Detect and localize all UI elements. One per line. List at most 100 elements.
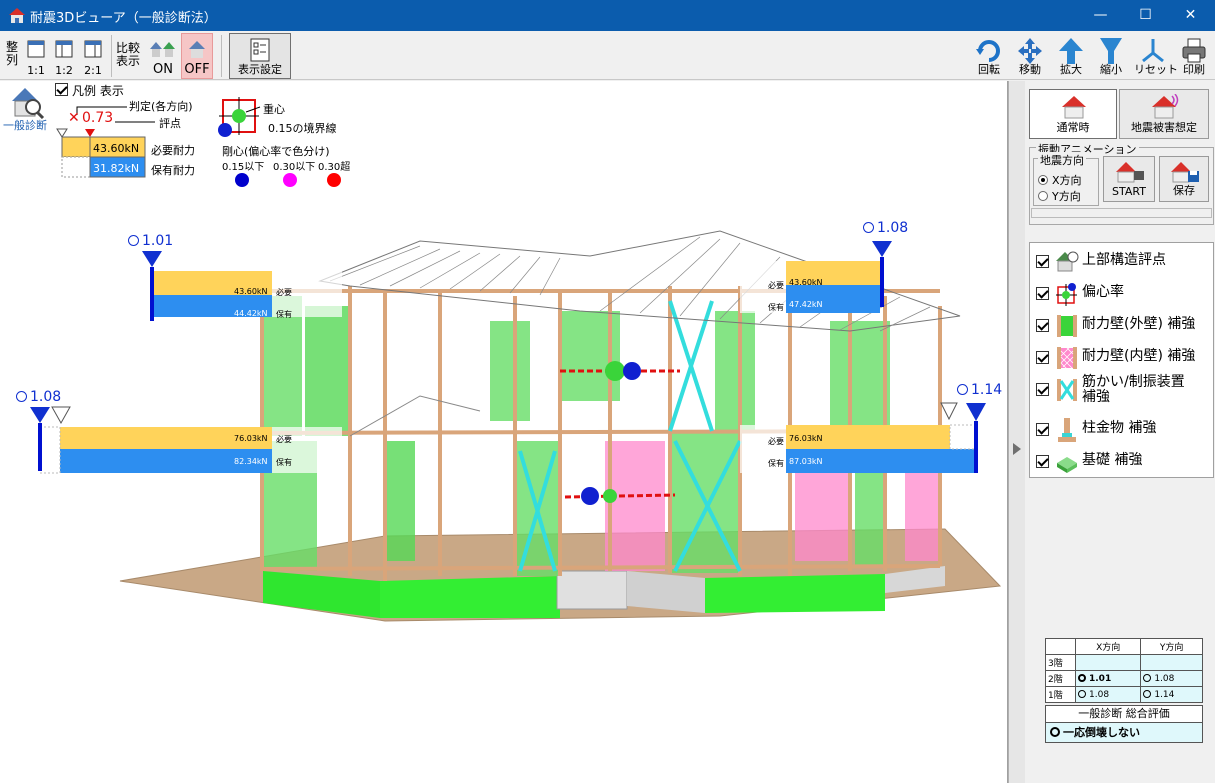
split-pane-icon	[55, 40, 73, 58]
bar-lower-left-required: 76.03kN	[234, 434, 268, 443]
close-button[interactable]: ✕	[1168, 0, 1213, 31]
house-3d-model[interactable]	[0, 81, 1008, 783]
brace-icon	[1057, 379, 1077, 401]
checkbox-checked-icon[interactable]	[1036, 351, 1049, 364]
bar-upper-right-held: 47.42kN	[789, 300, 823, 309]
save-animation-button[interactable]: 保存	[1159, 156, 1209, 202]
circle-ok-icon	[1050, 727, 1060, 737]
circle-ok-icon	[16, 391, 27, 402]
circle-ok-icon	[957, 384, 968, 395]
bar-upper-left-req-tag: 必要	[276, 288, 292, 297]
house-app-icon	[9, 8, 25, 23]
minimize-button[interactable]: —	[1078, 0, 1123, 31]
window-title: 耐震3Dビューア（一般診断法）	[30, 11, 217, 26]
bar-lower-left-held-tag: 保有	[276, 458, 292, 467]
marker-upper-left: 1.01	[128, 233, 173, 249]
direction-group: 地震方向 X方向 Y方向	[1033, 152, 1099, 206]
rotate-button[interactable]: 回転	[972, 33, 1006, 79]
compare-on-button[interactable]: ON	[146, 33, 180, 79]
split-pane-icon	[84, 40, 102, 58]
shaking-house-icon	[1116, 162, 1144, 183]
overall-evaluation: 一般診断 総合評価 一応倒壊しない	[1045, 705, 1203, 743]
y-direction-radio[interactable]: Y方向	[1038, 188, 1081, 204]
marker-upper-right: 1.08	[863, 220, 908, 236]
y-direction-header: Y方向	[1140, 638, 1203, 655]
table-row: 2階 1.01 1.08	[1045, 670, 1203, 687]
damaged-house-icon	[1152, 94, 1179, 119]
print-button[interactable]: 印刷	[1176, 33, 1212, 79]
circle-ok-icon	[1078, 689, 1086, 698]
column-hardware-icon	[1058, 418, 1076, 442]
animation-progress	[1031, 208, 1212, 218]
layout-1-2-button[interactable]: 1:2	[51, 33, 77, 79]
damage-estimate-button[interactable]: 地震被害想定	[1119, 89, 1209, 139]
bar-upper-right-req-tag: 必要	[768, 281, 784, 290]
compare-label: 比較表示	[116, 41, 141, 68]
checkbox-checked-icon[interactable]	[1036, 455, 1049, 468]
x-direction-header: X方向	[1074, 638, 1142, 655]
checkbox-checked-icon[interactable]	[1036, 255, 1049, 268]
toolbar: 整列 1:1 1:2 2:1 比較表示 ON OFF 表示設定 回転 移動 拡大…	[0, 31, 1215, 80]
circle-ok-icon	[1078, 673, 1086, 682]
circle-ok-icon	[863, 222, 874, 233]
outer-wall-icon	[1057, 315, 1077, 337]
bar-upper-left-required: 43.60kN	[234, 287, 268, 296]
normal-mode-button[interactable]: 通常時	[1029, 89, 1117, 139]
foundation-icon	[1057, 457, 1077, 473]
start-button[interactable]: START	[1103, 156, 1155, 202]
bar-lower-right-required: 76.03kN	[789, 434, 823, 443]
bar-upper-right-required: 43.60kN	[789, 278, 823, 287]
bar-lower-left-held: 82.34kN	[234, 457, 268, 466]
move-button[interactable]: 移動	[1012, 33, 1048, 79]
panel-splitter[interactable]	[1008, 81, 1025, 783]
3d-viewport[interactable]: 一般診断 凡例 表示 判定(各方向) ✕ 0.73 評点 43.60kN 必要耐…	[0, 81, 1008, 783]
overall-value: 一応倒壊しない	[1046, 723, 1202, 742]
bar-lower-right-req-tag: 必要	[768, 437, 784, 446]
bar-lower-right-held: 87.03kN	[789, 457, 823, 466]
results-table: X方向 Y方向 3階 2階 1.01 1.08 1階 1.08 1.14	[1045, 638, 1203, 703]
zoom-in-button[interactable]: 拡大	[1054, 33, 1088, 79]
arrange-label: 整列	[6, 40, 19, 67]
checkbox-checked-icon[interactable]	[1036, 383, 1049, 396]
checkbox-checked-icon[interactable]	[1036, 319, 1049, 332]
toolbar-separator	[111, 35, 112, 77]
eccentricity-icon	[1056, 283, 1077, 306]
zoom-out-button[interactable]: 縮小	[1094, 33, 1128, 79]
x-direction-radio[interactable]: X方向	[1038, 172, 1082, 188]
house-icon	[189, 41, 205, 58]
table-row: 1階 1.08 1.14	[1045, 686, 1203, 703]
overall-title: 一般診断 総合評価	[1046, 706, 1202, 723]
settings-list-icon	[250, 38, 270, 62]
radio-selected-icon	[1038, 175, 1048, 185]
inner-wall-icon	[1057, 347, 1077, 370]
checkbox-checked-icon[interactable]	[1036, 423, 1049, 436]
diagnosis-house-icon	[1056, 251, 1079, 272]
single-pane-icon	[27, 40, 45, 58]
circle-ok-icon	[1143, 673, 1152, 682]
reset-button[interactable]: リセット	[1133, 33, 1178, 79]
radio-icon	[1038, 191, 1048, 201]
bar-upper-right-held-tag: 保有	[768, 303, 784, 312]
animation-group: 振動アニメーション 地震方向 X方向 Y方向 START 保存	[1029, 141, 1214, 225]
layout-2-1-button[interactable]: 2:1	[79, 33, 107, 79]
bar-upper-left-held: 44.42kN	[234, 309, 268, 318]
marker-lower-left: 1.08	[16, 389, 61, 405]
house-icon	[1062, 96, 1086, 119]
compare-houses-icon	[150, 42, 175, 57]
table-row: 3階	[1045, 654, 1203, 671]
circle-ok-icon	[128, 235, 139, 246]
layout-1-1-button[interactable]: 1:1	[23, 33, 49, 79]
circle-ok-icon	[1143, 689, 1152, 698]
maximize-button[interactable]: ☐	[1123, 0, 1168, 31]
marker-lower-right: 1.14	[957, 382, 1002, 398]
bar-lower-right-held-tag: 保有	[768, 459, 784, 468]
bar-upper-left-held-tag: 保有	[276, 310, 292, 319]
collapse-arrow-icon[interactable]	[1013, 443, 1021, 455]
title-bar: 耐震3Dビューア（一般診断法） — ☐ ✕	[0, 0, 1215, 31]
checkbox-checked-icon[interactable]	[1036, 287, 1049, 300]
bar-lower-left-req-tag: 必要	[276, 435, 292, 444]
toolbar-separator	[221, 35, 222, 77]
display-settings-button[interactable]: 表示設定	[229, 33, 291, 79]
compare-off-button[interactable]: OFF	[181, 33, 213, 79]
layer-list: 上部構造評点 偏心率 耐力壁(外壁) 補強 耐力壁(内壁) 補強 筋かい/制振装…	[1029, 242, 1214, 478]
